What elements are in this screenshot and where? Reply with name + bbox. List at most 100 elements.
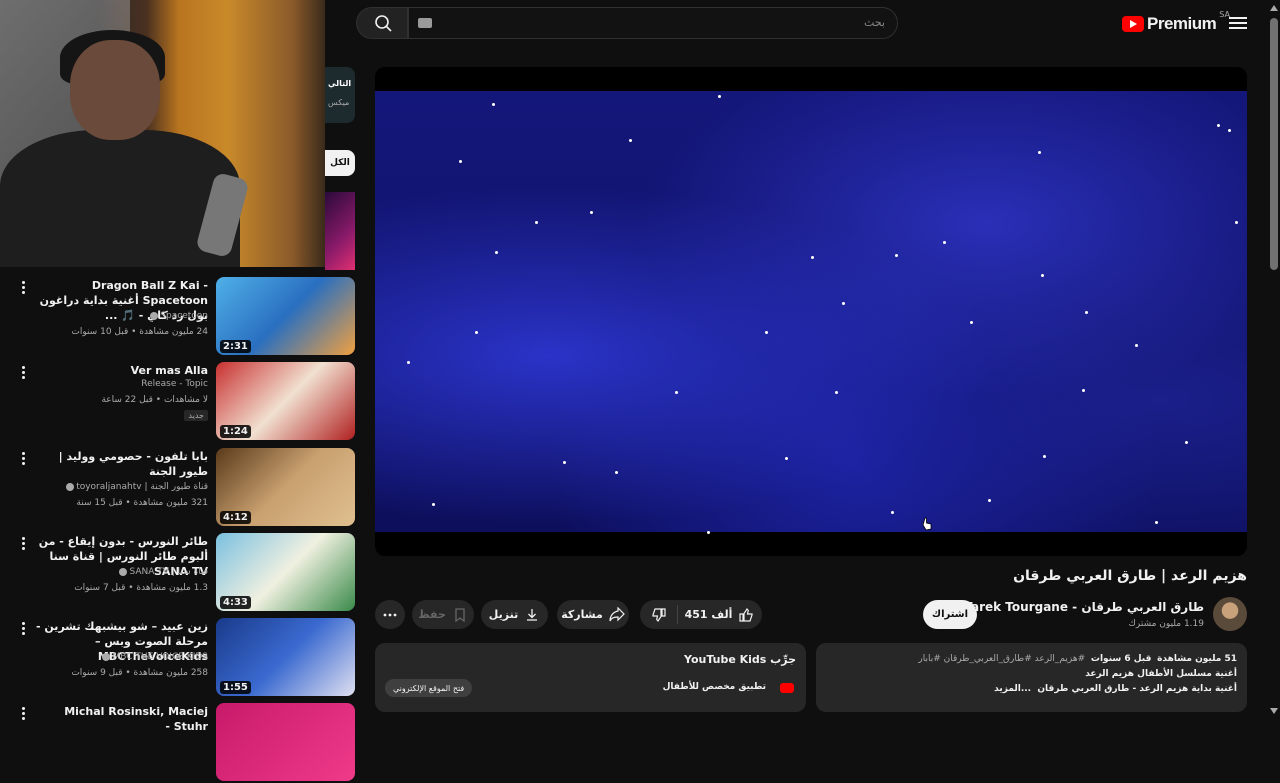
- star: [1185, 441, 1188, 444]
- share-icon: [609, 606, 625, 621]
- duration-badge: 2:31: [220, 340, 251, 353]
- menu-icon[interactable]: [1229, 15, 1247, 31]
- video-title[interactable]: Michal Rosinski, Maciej Stuhr -: [28, 704, 208, 734]
- new-badge: جديد: [184, 410, 208, 421]
- save-button[interactable]: حفظ: [412, 600, 474, 629]
- search-icon: [375, 15, 392, 32]
- webcam-overlay: [0, 0, 325, 267]
- youtube-logo-icon: [1122, 16, 1144, 32]
- view-count: 24 مليون مشاهدة • قبل 10 سنوات: [71, 327, 208, 337]
- star: [1228, 129, 1231, 132]
- scroll-up-arrow[interactable]: [1270, 5, 1278, 11]
- kebab-icon[interactable]: [22, 707, 26, 721]
- star: [765, 331, 768, 334]
- share-button[interactable]: مشاركة: [557, 600, 629, 629]
- video-description[interactable]: 51 مليون مشاهدة قبل 6 سنوات #هزيم_الرعد …: [816, 643, 1247, 712]
- star: [492, 103, 495, 106]
- channel-avatar[interactable]: [1213, 597, 1247, 631]
- video-frame[interactable]: [375, 91, 1247, 534]
- search-input[interactable]: بحث: [408, 7, 898, 39]
- video-title[interactable]: Ver mas Alla: [28, 363, 208, 378]
- recommended-video[interactable]: 1:55 زين عبيد – شو بيشبهك تشرين - مرحلة ا…: [0, 618, 355, 698]
- duration-badge: 4:33: [220, 596, 251, 609]
- kebab-icon[interactable]: [22, 622, 26, 636]
- recommended-video[interactable]: Michal Rosinski, Maciej Stuhr -: [0, 703, 355, 783]
- video-title[interactable]: بابا تلفون - حصومي ووليد | طيور الجنة: [28, 449, 208, 479]
- channel-name[interactable]: قناة سنا | SANA TV: [117, 567, 208, 577]
- star: [432, 503, 435, 506]
- star: [495, 251, 498, 254]
- star: [1043, 455, 1046, 458]
- channel-name[interactable]: MBC THE VOICE KIDS: [100, 652, 208, 662]
- star: [1041, 274, 1044, 277]
- kebab-icon[interactable]: [22, 281, 26, 295]
- like-divider: [677, 605, 678, 624]
- star: [970, 321, 973, 324]
- duration-badge: 4:12: [220, 511, 251, 524]
- view-count: 321 مليون مشاهدة • قبل 15 سنة: [76, 498, 208, 508]
- description-meta: 51 مليون مشاهدة قبل 6 سنوات #هزيم_الرعد …: [918, 654, 1237, 664]
- youtube-kids-promo: جرِّب YouTube Kids تطبيق مخصص للأطفال فت…: [375, 643, 806, 712]
- dislike-button[interactable]: [640, 600, 677, 629]
- more-icon: [383, 613, 397, 616]
- youtube-premium-logo[interactable]: Premium SA: [1122, 10, 1230, 38]
- star: [785, 457, 788, 460]
- star: [835, 391, 838, 394]
- star: [943, 241, 946, 244]
- description-line-3: أغنية بداية هزيم الرعد - طارق العربي طرق…: [994, 684, 1237, 694]
- promo-heading: جرِّب YouTube Kids: [683, 653, 796, 666]
- video-player[interactable]: [375, 67, 1247, 556]
- duration-badge: 1:55: [220, 681, 251, 694]
- star: [590, 211, 593, 214]
- star: [1135, 344, 1138, 347]
- keyboard-icon[interactable]: [418, 18, 432, 28]
- open-website-button[interactable]: فتح الموقع الإلكتروني: [385, 679, 473, 697]
- star: [459, 160, 462, 163]
- youtube-kids-icon: [780, 683, 794, 693]
- star: [615, 471, 618, 474]
- like-button[interactable]: 451 ألف: [677, 600, 762, 629]
- scroll-down-arrow[interactable]: [1270, 708, 1278, 714]
- star: [811, 256, 814, 259]
- recommended-video[interactable]: 4:33 طائر النورس - بدون إيقاع - من ألبوم …: [0, 533, 355, 613]
- star: [1038, 151, 1041, 154]
- star: [842, 302, 845, 305]
- verified-icon: [150, 311, 159, 320]
- search-button[interactable]: [356, 7, 408, 39]
- up-next-card[interactable]: التالي ميكس: [325, 67, 355, 123]
- kebab-icon[interactable]: [22, 366, 26, 380]
- star: [1217, 124, 1220, 127]
- star: [1085, 311, 1088, 314]
- scrollbar-thumb[interactable]: [1270, 18, 1278, 270]
- show-more-link[interactable]: ...المزيد: [994, 684, 1031, 694]
- mix-thumbnail[interactable]: [325, 192, 355, 270]
- channel-name[interactable]: Release - Topic: [141, 379, 208, 389]
- channel-name[interactable]: Spacetoon: [148, 311, 208, 321]
- more-actions-button[interactable]: [375, 600, 405, 629]
- promo-subtitle: تطبيق مخصص للأطفال: [662, 682, 766, 692]
- subscribe-button[interactable]: اشتراك: [923, 600, 977, 629]
- channel-name[interactable]: طارق العربي طرقان - Tarek Tourgane: [949, 600, 1204, 614]
- video-thumbnail[interactable]: [216, 703, 355, 781]
- download-button[interactable]: تنزيل: [481, 600, 548, 629]
- like-icon: [739, 607, 754, 622]
- recommended-video[interactable]: 2:31 Dragon Ball Z Kai - Spacetoon أغنية …: [0, 277, 355, 357]
- star: [988, 499, 991, 502]
- star: [891, 511, 894, 514]
- dislike-icon: [651, 607, 666, 622]
- star: [707, 531, 710, 534]
- channel-name[interactable]: قناة طيور الجنة | toyoraljanahtv: [64, 482, 208, 492]
- star: [407, 361, 410, 364]
- verified-icon: [66, 482, 75, 491]
- search-placeholder: بحث: [864, 16, 885, 29]
- kebab-icon[interactable]: [22, 452, 26, 466]
- recommended-video[interactable]: 4:12 بابا تلفون - حصومي ووليد | طيور الجن…: [0, 448, 355, 528]
- kebab-icon[interactable]: [22, 537, 26, 551]
- view-count: 258 مليون مشاهدة • قبل 9 سنوات: [71, 668, 208, 678]
- star: [475, 331, 478, 334]
- recommended-video[interactable]: 1:24 Ver mas Alla Release - Topic لا مشاهدا…: [0, 362, 355, 442]
- region-label: SA: [1219, 9, 1230, 19]
- view-count: 1.3 مليون مشاهدة • قبل 7 سنوات: [74, 583, 208, 593]
- mouse-cursor-icon: [922, 517, 932, 531]
- filter-chip-all[interactable]: الكل: [325, 150, 355, 176]
